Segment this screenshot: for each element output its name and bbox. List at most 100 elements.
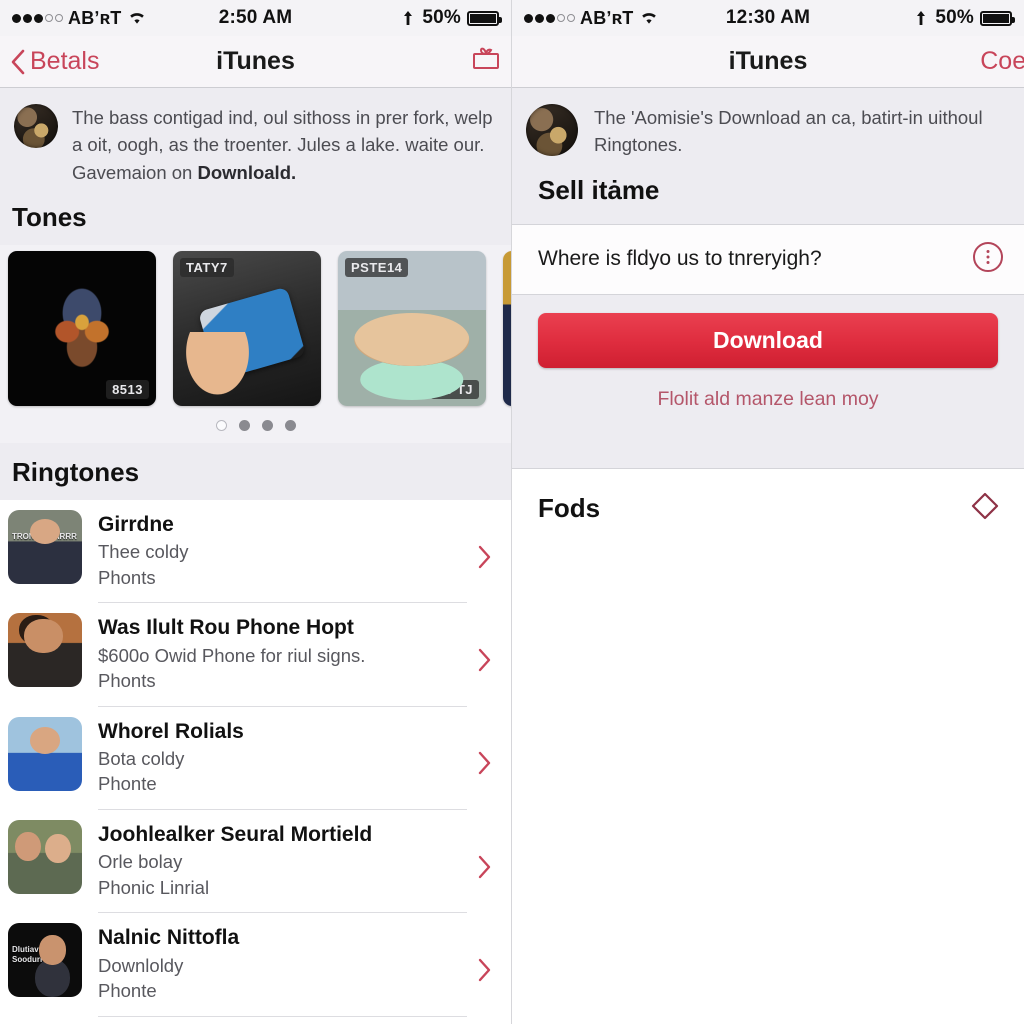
left-status-bar: ABʼʀT 2:50 AM 50% bbox=[0, 0, 511, 36]
tones-carousel[interactable]: 8513 TATY7 PSTE14 8S TJ bbox=[0, 251, 511, 407]
page-title: iTunes bbox=[728, 47, 808, 75]
list-item-thumbnail bbox=[8, 819, 82, 894]
chevron-right-icon[interactable] bbox=[467, 545, 501, 569]
carrier-label: ABʼʀT bbox=[580, 7, 634, 28]
right-status-right: 50% bbox=[810, 7, 1016, 29]
list-item-meta: Phonte bbox=[98, 980, 157, 1002]
gift-icon bbox=[471, 45, 501, 78]
list-item-thumbnail bbox=[8, 613, 82, 688]
list-item[interactable] bbox=[0, 1017, 511, 1024]
coen-button[interactable]: Coen bbox=[980, 47, 1024, 76]
signal-strength-icon bbox=[524, 13, 575, 23]
list-item-meta: Phonte bbox=[98, 773, 157, 795]
ringtones-list: TRONBE HARRR Girrdne Thee coldy Phonts W… bbox=[0, 500, 511, 1024]
list-item-subtitle: Orle bolay bbox=[98, 851, 183, 873]
list-item[interactable]: Was Ilult Rou Phone Hopt $600o Owid Phon… bbox=[0, 603, 511, 707]
list-item-subtitle: $600o Owid Phone for riul signs. bbox=[98, 644, 366, 666]
wifi-icon bbox=[127, 10, 147, 26]
avatar bbox=[526, 104, 578, 156]
carousel-card-1[interactable]: 8513 bbox=[8, 251, 156, 407]
fods-label: Fods bbox=[538, 492, 601, 523]
list-item[interactable]: Dlutiavrbfpe Soodurl Nalnic Nittofla Dow… bbox=[0, 913, 511, 1017]
list-item-thumbnail bbox=[8, 716, 82, 791]
more-info-circle-icon[interactable] bbox=[972, 241, 1004, 278]
battery-percent-label: 50% bbox=[935, 7, 975, 28]
back-button[interactable]: Betals bbox=[10, 47, 99, 76]
chevron-right-icon[interactable] bbox=[467, 958, 501, 982]
left-phone-screen: ABʼʀT 2:50 AM 50% Betals iTunes The bass… bbox=[0, 0, 512, 1024]
chevron-right-icon[interactable] bbox=[467, 648, 501, 672]
download-zone-spacer bbox=[512, 410, 1024, 469]
carousel-card-3-badge-top: PSTE14 bbox=[345, 258, 409, 278]
download-note-link[interactable]: Flolit ald manze lean moy bbox=[538, 368, 998, 411]
wifi-icon bbox=[639, 10, 659, 26]
page-dot-2[interactable] bbox=[238, 420, 250, 432]
page-dot-4[interactable] bbox=[284, 420, 296, 432]
left-status-left: ABʼʀT bbox=[12, 8, 219, 29]
thumbnail-watermark: TRONBE HARRR bbox=[12, 532, 77, 542]
thumbnail-watermark: Dlutiavrbfpe Soodurl bbox=[12, 945, 59, 965]
list-item-title: Nalnic Nittofla bbox=[98, 926, 240, 950]
carousel-card-3[interactable]: PSTE14 8S TJ bbox=[338, 251, 486, 407]
ringtones-section-header: Ringtones bbox=[0, 443, 511, 501]
tones-section-header: Tones bbox=[0, 196, 511, 246]
left-nav-bar: Betals iTunes bbox=[0, 36, 511, 88]
question-row[interactable]: Where is fldyo us to tnreryigh? bbox=[512, 224, 1024, 295]
list-item[interactable]: Joohlealker Seural Mortield Orle bolay P… bbox=[0, 810, 511, 914]
download-zone: Download Flolit ald manze lean moy bbox=[512, 294, 1024, 411]
list-item-subtitle: Bota coldy bbox=[98, 747, 185, 769]
left-status-right: 50% bbox=[292, 7, 502, 29]
list-item-body: Whorel Rolials Bota coldy Phonte bbox=[82, 717, 467, 810]
gift-button[interactable] bbox=[471, 45, 501, 78]
signal-strength-icon bbox=[12, 13, 63, 23]
right-status-bar: ABʼʀT 12:30 AM 50% bbox=[512, 0, 1024, 36]
promo-text: The bass contigad ind, oul sithoss in pr… bbox=[72, 104, 497, 186]
list-item-subtitle: Downloldy bbox=[98, 954, 184, 976]
page-dot-1[interactable] bbox=[215, 420, 227, 432]
list-item-title: Was Ilult Rou Phone Hopt bbox=[98, 616, 354, 640]
carousel-page-indicator[interactable] bbox=[0, 406, 511, 444]
chevron-right-icon[interactable] bbox=[467, 855, 501, 879]
right-nav-bar: iTunes Coen bbox=[512, 36, 1024, 88]
page-dot-3[interactable] bbox=[261, 420, 273, 432]
carousel-card-3-badge-bottom: 8S TJ bbox=[429, 380, 479, 400]
promo-text-bold: Downloald. bbox=[197, 161, 297, 183]
carousel-card-4[interactable] bbox=[503, 251, 511, 407]
list-item-meta: Phonts bbox=[98, 566, 156, 588]
chevron-right-icon[interactable] bbox=[467, 751, 501, 775]
clock-label: 12:30 AM bbox=[725, 7, 811, 28]
fods-row[interactable]: Fods bbox=[512, 468, 1024, 548]
list-item-meta: Phonts bbox=[98, 670, 156, 692]
promo-block: The bass contigad ind, oul sithoss in pr… bbox=[0, 88, 511, 197]
list-item-thumbnail: Dlutiavrbfpe Soodurl bbox=[8, 923, 82, 998]
right-promo-text: The 'Aomisie's Download an ca, batirt-in… bbox=[594, 107, 983, 156]
carousel-card-2[interactable]: TATY7 bbox=[173, 251, 321, 407]
list-item-subtitle: Thee coldy bbox=[98, 541, 189, 563]
dual-screenshot-container: ABʼʀT 2:50 AM 50% Betals iTunes The bass… bbox=[0, 0, 1024, 1024]
back-button-label: Betals bbox=[30, 47, 100, 75]
carousel-card-2-badge: TATY7 bbox=[180, 258, 234, 278]
battery-icon bbox=[980, 10, 1016, 26]
carrier-label: ABʼʀT bbox=[68, 7, 122, 28]
tones-carousel-wrap: 8513 TATY7 PSTE14 8S TJ bbox=[0, 245, 511, 444]
clock-label: 2:50 AM bbox=[218, 7, 293, 28]
location-arrow-icon bbox=[913, 10, 929, 26]
download-button[interactable]: Download bbox=[538, 312, 998, 368]
chevron-left-icon bbox=[10, 49, 26, 75]
list-item-body: Was Ilult Rou Phone Hopt $600o Owid Phon… bbox=[82, 613, 467, 707]
list-item-body: Nalnic Nittofla Downloldy Phonte bbox=[82, 923, 467, 1017]
list-item-title: Girrdne bbox=[98, 513, 174, 537]
list-item-body: Joohlealker Seural Mortield Orle bolay P… bbox=[82, 820, 467, 914]
question-label: Where is fldyo us to tnreryigh? bbox=[538, 247, 822, 271]
list-item[interactable]: TRONBE HARRR Girrdne Thee coldy Phonts bbox=[0, 500, 511, 604]
sell-section-header: Sell itȧme bbox=[512, 158, 1024, 225]
avatar bbox=[14, 104, 58, 148]
location-arrow-icon bbox=[400, 10, 416, 26]
list-item-meta: Phonic Linrial bbox=[98, 876, 210, 898]
right-promo-block: The 'Aomisie's Download an ca, batirt-in… bbox=[512, 88, 1024, 159]
diamond-icon[interactable] bbox=[970, 491, 1000, 526]
list-item-thumbnail: TRONBE HARRR bbox=[8, 510, 82, 585]
right-phone-screen: ABʼʀT 12:30 AM 50% iTunes Coen The 'Aomi… bbox=[512, 0, 1024, 1024]
list-item[interactable]: Whorel Rolials Bota coldy Phonte bbox=[0, 707, 511, 810]
carousel-card-1-badge: 8513 bbox=[106, 380, 149, 400]
